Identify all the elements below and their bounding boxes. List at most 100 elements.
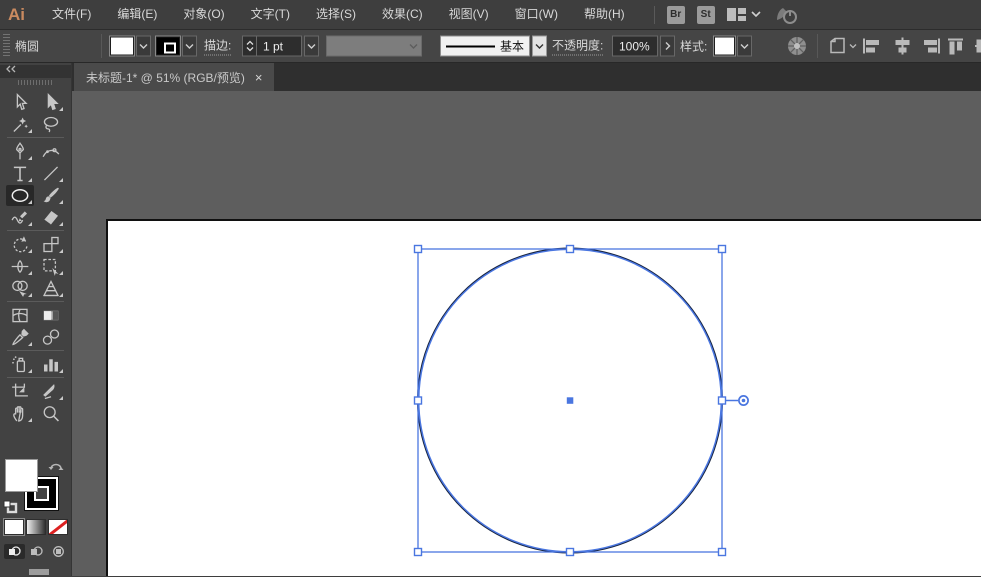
line-segment-tool-icon[interactable] bbox=[37, 163, 65, 184]
zoom-tool-icon[interactable] bbox=[37, 403, 65, 424]
draw-behind-button[interactable] bbox=[26, 544, 47, 559]
style-swatch[interactable] bbox=[714, 37, 735, 56]
gradient-tool-icon[interactable] bbox=[37, 305, 65, 326]
stroke-weight-field[interactable]: 1 pt bbox=[256, 36, 302, 57]
direct-selection-tool-icon[interactable] bbox=[37, 92, 65, 113]
width-tool-icon[interactable] bbox=[6, 256, 34, 277]
fill-color-swatch[interactable] bbox=[110, 37, 134, 56]
curvature-tool-icon[interactable] bbox=[37, 141, 65, 162]
align-left-button[interactable] bbox=[862, 38, 883, 55]
rocket-power-icon[interactable] bbox=[773, 4, 799, 26]
panel-resize-notch[interactable] bbox=[29, 569, 49, 575]
menu-item-5[interactable]: 选择(S) bbox=[303, 0, 369, 30]
gradient-button[interactable] bbox=[26, 519, 46, 535]
document-tab[interactable]: 未标题-1* @ 51% (RGB/预览) × bbox=[74, 63, 274, 91]
stroke-panel-link[interactable]: 描边: bbox=[204, 37, 231, 56]
style-label: 样式: bbox=[680, 38, 707, 55]
align-vcenter-button[interactable] bbox=[975, 38, 981, 55]
menu-item-8[interactable]: 窗口(W) bbox=[502, 0, 571, 30]
symbol-sprayer-tool-icon[interactable] bbox=[6, 354, 34, 375]
chevron-down-icon bbox=[849, 43, 857, 49]
tool-row bbox=[0, 380, 71, 402]
workspace-switcher[interactable] bbox=[727, 7, 761, 22]
opacity-field[interactable]: 100% bbox=[612, 36, 658, 57]
shaper-tool-icon[interactable] bbox=[6, 207, 34, 228]
menu-item-2[interactable]: 编辑(E) bbox=[104, 0, 170, 30]
draw-inside-button[interactable] bbox=[48, 544, 69, 559]
tool-row bbox=[0, 277, 71, 299]
shape-builder-tool-icon[interactable] bbox=[6, 278, 34, 299]
scale-tool-icon[interactable] bbox=[37, 234, 65, 255]
selected-circle-shape[interactable] bbox=[72, 91, 981, 576]
recolor-artwork-button[interactable] bbox=[786, 35, 808, 57]
toolbar-separator bbox=[7, 350, 64, 351]
stroke-color-swatch[interactable] bbox=[156, 37, 180, 56]
default-colors-icon[interactable] bbox=[3, 500, 18, 514]
draw-normal-button[interactable] bbox=[4, 544, 25, 559]
tool-row bbox=[0, 184, 71, 206]
opacity-expand-button[interactable] bbox=[660, 36, 675, 57]
align-top-icon bbox=[947, 38, 968, 55]
mesh-tool-icon[interactable] bbox=[6, 305, 34, 326]
tool-row bbox=[0, 255, 71, 277]
align-left-icon bbox=[862, 38, 883, 55]
perspective-grid-tool-icon[interactable] bbox=[37, 278, 65, 299]
color-wheel-icon bbox=[786, 35, 808, 57]
type-tool-icon[interactable] bbox=[6, 163, 34, 184]
pen-tool-icon[interactable] bbox=[6, 141, 34, 162]
eraser-tool-icon[interactable] bbox=[37, 207, 65, 228]
slice-tool-icon[interactable] bbox=[37, 381, 65, 402]
fill-color-indicator[interactable] bbox=[5, 459, 38, 492]
stroke-dropdown-button[interactable] bbox=[182, 36, 197, 57]
eyedropper-tool-icon[interactable] bbox=[6, 327, 34, 348]
align-right-button[interactable] bbox=[920, 38, 941, 55]
chevron-down-icon bbox=[406, 42, 421, 50]
panel-drag-grip[interactable] bbox=[0, 78, 71, 87]
none-button[interactable] bbox=[48, 519, 68, 535]
panel-grip[interactable] bbox=[3, 34, 10, 58]
column-graph-tool-icon[interactable] bbox=[37, 354, 65, 375]
color-button[interactable] bbox=[4, 519, 24, 535]
menu-item-6[interactable]: 效果(C) bbox=[369, 0, 436, 30]
tools-panel bbox=[0, 63, 72, 576]
blend-tool-icon[interactable] bbox=[37, 327, 65, 348]
shape-options-button[interactable] bbox=[828, 37, 857, 56]
selection-tool-icon[interactable] bbox=[6, 92, 34, 113]
canvas[interactable] bbox=[72, 91, 981, 576]
align-hcenter-button[interactable] bbox=[892, 38, 913, 55]
swap-fill-stroke-icon[interactable] bbox=[47, 459, 65, 473]
align-top-button[interactable] bbox=[947, 38, 968, 55]
stock-button[interactable]: St bbox=[697, 6, 715, 24]
brush-dropdown-button[interactable] bbox=[532, 36, 547, 57]
menu-item-9[interactable]: 帮助(H) bbox=[571, 0, 638, 30]
stroke-weight-stepper[interactable] bbox=[242, 36, 256, 57]
drawing-mode-buttons bbox=[4, 544, 69, 559]
hand-tool-icon[interactable] bbox=[6, 403, 34, 424]
tool-row bbox=[0, 206, 71, 228]
control-panel: 椭圆 描边: 1 pt bbox=[0, 30, 981, 63]
panel-collapse-button[interactable] bbox=[0, 65, 71, 78]
free-transform-tool-icon[interactable] bbox=[37, 256, 65, 277]
brush-stroke-preview bbox=[446, 45, 495, 47]
menu-item-1[interactable]: 文件(F) bbox=[39, 0, 104, 30]
bridge-button[interactable]: Br bbox=[667, 6, 685, 24]
rotate-tool-icon[interactable] bbox=[6, 234, 34, 255]
close-tab-icon[interactable]: × bbox=[255, 71, 263, 84]
menu-item-7[interactable]: 视图(V) bbox=[436, 0, 502, 30]
ellipse-tool-icon[interactable] bbox=[6, 185, 34, 206]
lasso-tool-icon[interactable] bbox=[37, 114, 65, 135]
document-title: 未标题-1* @ 51% (RGB/预览) bbox=[86, 69, 245, 86]
tool-row bbox=[0, 140, 71, 162]
stroke-weight-dropdown[interactable] bbox=[304, 36, 319, 57]
artboard-tool-icon[interactable] bbox=[6, 381, 34, 402]
paintbrush-tool-icon[interactable] bbox=[37, 185, 65, 206]
menu-item-3[interactable]: 对象(O) bbox=[170, 0, 237, 30]
magic-wand-tool-icon[interactable] bbox=[6, 114, 34, 135]
style-dropdown-button[interactable] bbox=[737, 36, 752, 57]
fill-dropdown-button[interactable] bbox=[136, 36, 151, 57]
menu-item-4[interactable]: 文字(T) bbox=[238, 0, 303, 30]
brush-definition-field[interactable]: 基本 bbox=[440, 36, 530, 57]
workspace-layout-icon bbox=[727, 7, 746, 22]
tool-row bbox=[0, 326, 71, 348]
opacity-panel-link[interactable]: 不透明度: bbox=[552, 37, 603, 56]
